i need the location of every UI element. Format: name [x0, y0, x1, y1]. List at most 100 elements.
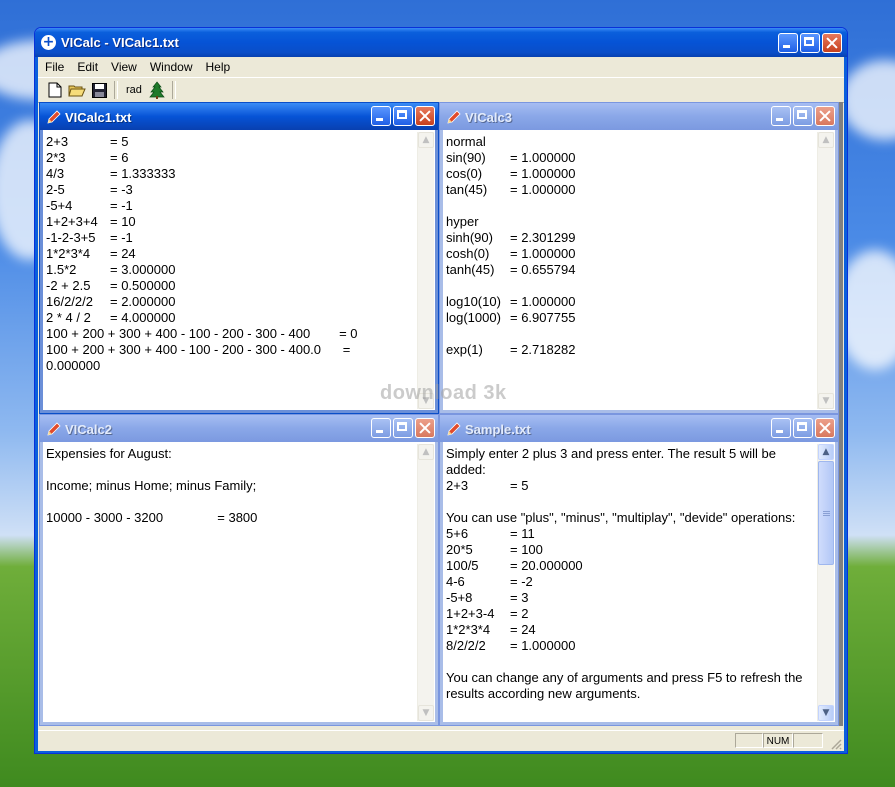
child-window-sample[interactable]: Sample.txt Simply enter 2 plus 3 and pre… [439, 414, 839, 726]
result: = 0.500000 [110, 278, 176, 293]
expression: 5+6 [446, 526, 469, 541]
text-line: 2*3 = 6 [46, 150, 418, 166]
result: = 1.000000 [510, 166, 576, 181]
result: = 1.000000 [510, 638, 576, 653]
scroll-down-arrow[interactable]: ▼ [818, 705, 834, 721]
scroll-up-arrow[interactable]: ▲ [418, 444, 434, 460]
child-titlebar[interactable]: VICalc1.txt [40, 103, 438, 130]
text-line: 16/2/2/2 = 2.000000 [46, 294, 418, 310]
text-line: normal [446, 134, 818, 150]
menu-file[interactable]: File [38, 60, 70, 74]
result: = 0.655794 [510, 262, 576, 277]
text-line: You can use "plus", "minus", "multiplay"… [446, 510, 796, 525]
scroll-up-arrow[interactable]: ▲ [818, 132, 834, 148]
scroll-up-arrow[interactable]: ▲ [818, 444, 834, 460]
maximize-button[interactable] [793, 418, 813, 438]
result: = 3 [510, 590, 529, 605]
tree-icon[interactable] [148, 81, 166, 99]
close-button[interactable] [822, 33, 842, 53]
text-line: cosh(0) = 1.000000 [446, 246, 818, 262]
close-button[interactable] [415, 418, 435, 438]
app-icon[interactable]: + [41, 35, 56, 50]
rad-mode-button[interactable]: rad [124, 84, 144, 96]
result: = 6 [110, 150, 129, 165]
maximize-button[interactable] [793, 106, 813, 126]
text-line [446, 278, 818, 294]
scroll-up-arrow[interactable]: ▲ [418, 132, 434, 148]
editor-text-area[interactable]: normal sin(90) = 1.000000 cos(0) = 1.000000 t… [444, 132, 818, 409]
text-line: You can change any of arguments and pres… [446, 670, 803, 701]
resize-grip-icon[interactable] [830, 738, 842, 750]
close-button[interactable] [415, 106, 435, 126]
child-window-calc2[interactable]: VICalc2 Expensies for August: Income; min… [39, 414, 439, 726]
child-title: VICalc2 [65, 422, 112, 437]
menu-view[interactable]: View [104, 60, 143, 74]
child-titlebar[interactable]: Sample.txt [440, 415, 838, 442]
result: = 1.000000 [510, 182, 576, 197]
expression: 1+2+3+4 [46, 214, 98, 229]
expression: tanh(45) [446, 262, 495, 277]
result: = 1.000000 [510, 150, 576, 165]
maximize-button[interactable] [800, 33, 820, 53]
vertical-scrollbar[interactable]: ▲ ▼ [417, 132, 434, 409]
app-titlebar[interactable]: + VICalc - VICalc1.txt [35, 28, 847, 57]
result: = 5 [110, 134, 129, 149]
result: = -1 [110, 230, 133, 245]
close-button[interactable] [815, 418, 835, 438]
text-line: -5+8 = 3 [446, 590, 818, 606]
text-line: -5+4 = -1 [46, 198, 418, 214]
result: = 10 [110, 214, 136, 229]
child-titlebar[interactable]: VICalc3 [440, 103, 838, 130]
scroll-thumb[interactable] [818, 461, 834, 565]
menu-edit[interactable]: Edit [70, 60, 104, 74]
text-line: log(1000) = 6.907755 [446, 310, 818, 326]
expression: 8/2/2/2 [446, 638, 486, 653]
minimize-button[interactable] [371, 106, 391, 126]
minimize-button[interactable] [371, 418, 391, 438]
status-pane [735, 733, 763, 748]
menu-window[interactable]: Window [143, 60, 199, 74]
pencil-icon [47, 110, 61, 124]
editor-text-area[interactable]: Simply enter 2 plus 3 and press enter. T… [444, 444, 818, 721]
expression: exp(1) [446, 342, 483, 357]
minimize-button[interactable] [778, 33, 798, 53]
text-line [446, 198, 818, 214]
expression: -5+4 [46, 198, 73, 213]
save-disk-icon[interactable] [90, 81, 108, 99]
expression: -2 + 2.5 [46, 278, 91, 293]
text-line: 0.000000 [46, 358, 101, 373]
maximize-button[interactable] [393, 106, 413, 126]
result: = 2 [510, 606, 529, 621]
text-line: 2+3 = 5 [46, 134, 418, 150]
editor-text-area[interactable]: 2+3 = 5 2*3 = 6 4/3 = 1.333333 2-5 = -3 -5+4 = -1… [44, 132, 418, 409]
child-window-calc3[interactable]: VICalc3 normal sin(90) = 1.000000 cos(0) = 1… [439, 102, 839, 414]
child-window-calc1[interactable]: VICalc1.txt 2+3 = 5 2*3 = 6 4/3 = 1.333333 2-5… [39, 102, 439, 414]
expression: sinh(90) [446, 230, 493, 245]
open-folder-icon[interactable] [68, 81, 86, 99]
vertical-scrollbar[interactable]: ▲ ▼ [817, 444, 834, 721]
scroll-down-arrow[interactable]: ▼ [818, 393, 834, 409]
toolbar-separator [114, 81, 118, 99]
text-line: 100 + 200 + 300 + 400 - 100 - 200 - 300 … [46, 326, 358, 341]
menu-help[interactable]: Help [199, 60, 237, 74]
text-line: 4-6 = -2 [446, 574, 818, 590]
pencil-icon [447, 110, 461, 124]
text-line: 2-5 = -3 [46, 182, 418, 198]
watermark: download 3k [380, 382, 507, 404]
status-pane [793, 733, 823, 748]
vertical-scrollbar[interactable]: ▲ ▼ [817, 132, 834, 409]
close-button[interactable] [815, 106, 835, 126]
minimize-button[interactable] [771, 418, 791, 438]
child-titlebar[interactable]: VICalc2 [40, 415, 438, 442]
text-line: 100/5 = 20.000000 [446, 558, 818, 574]
editor-text-area[interactable]: Expensies for August: Income; minus Home;… [44, 444, 418, 721]
scroll-down-arrow[interactable]: ▼ [418, 705, 434, 721]
maximize-button[interactable] [393, 418, 413, 438]
minimize-button[interactable] [771, 106, 791, 126]
vertical-scrollbar[interactable]: ▲ ▼ [417, 444, 434, 721]
expression: normal [446, 134, 486, 149]
new-file-icon[interactable] [46, 81, 64, 99]
text-line: Expensies for August: [46, 446, 172, 461]
expression: hyper [446, 214, 479, 229]
